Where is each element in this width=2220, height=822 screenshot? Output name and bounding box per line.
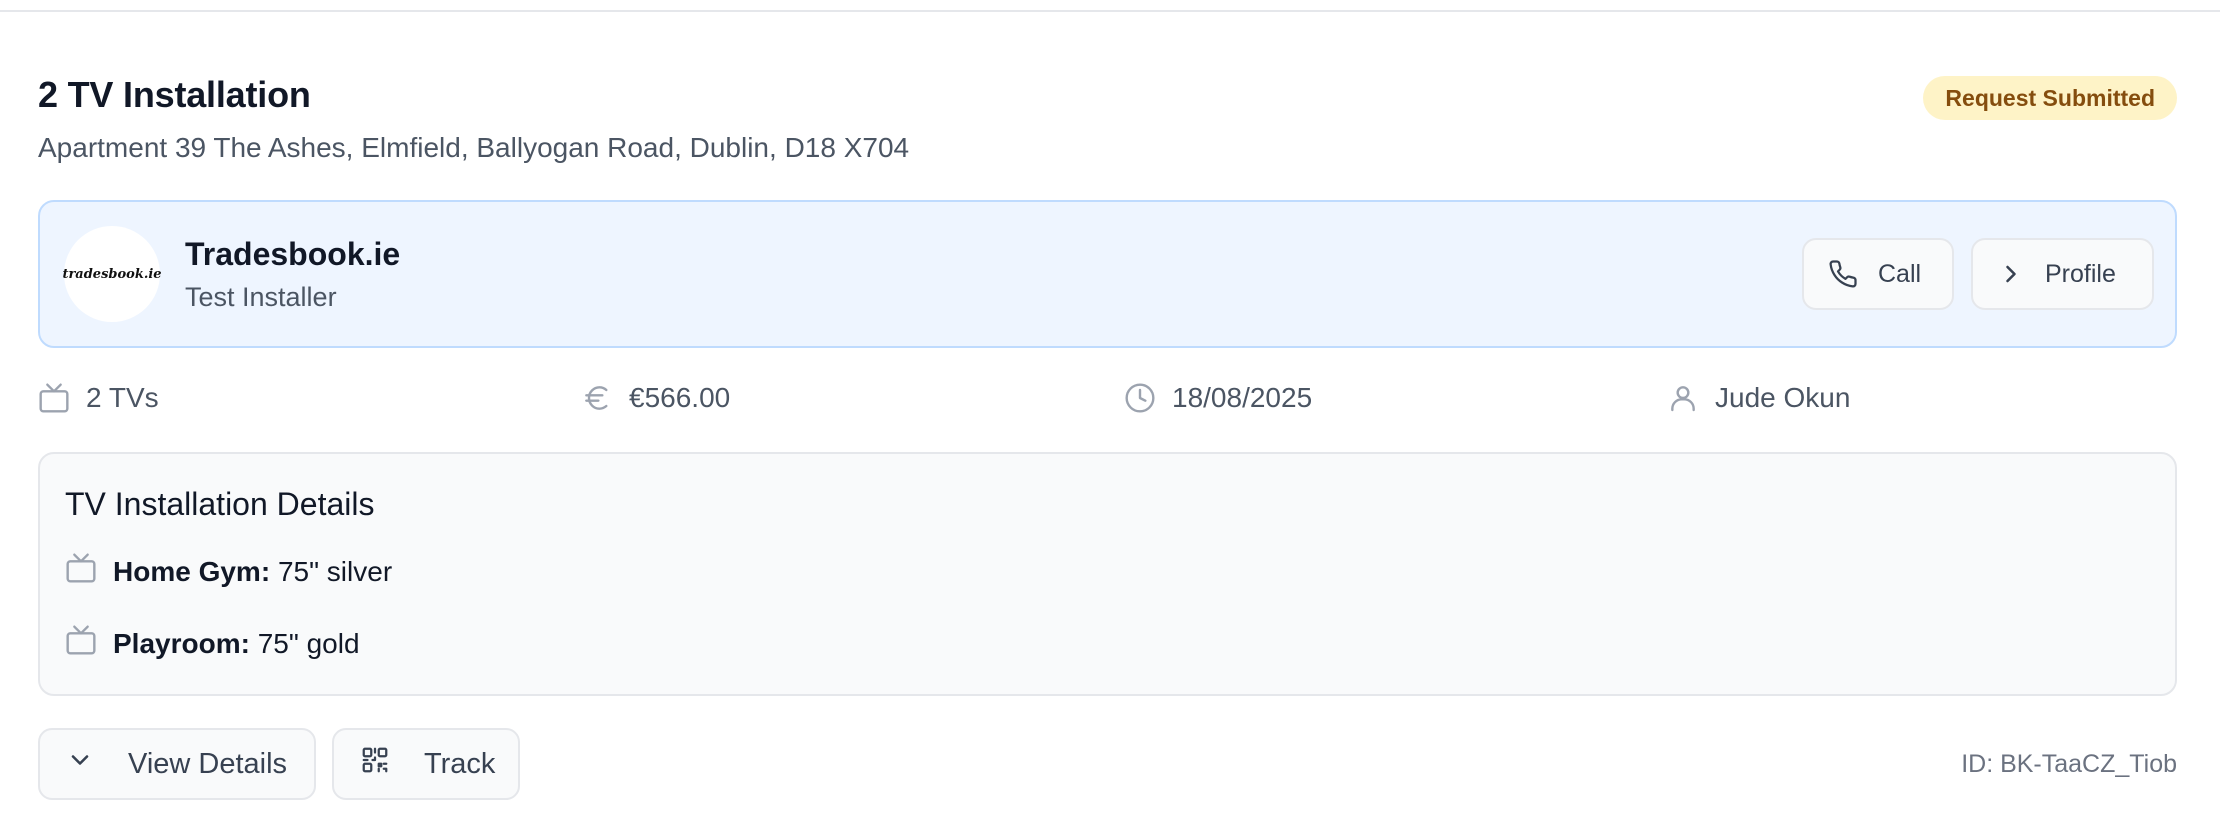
track-button[interactable]: Track	[332, 728, 520, 800]
detail-room: Home Gym:	[113, 555, 271, 587]
booking-id: ID: BK-TaaCZ_Tiob	[1961, 750, 2177, 778]
price: €566.00	[629, 382, 731, 413]
tv-count-item: 2 TVs	[38, 378, 159, 418]
provider-role: Test Installer	[185, 282, 337, 312]
profile-button[interactable]: Profile	[1971, 238, 2154, 310]
profile-label: Profile	[2045, 259, 2116, 288]
tv-icon	[65, 624, 97, 663]
view-details-button[interactable]: View Details	[38, 728, 316, 800]
provider-logo: tradesbook.ie	[62, 226, 162, 322]
chevron-right-icon	[1997, 260, 2025, 288]
user-icon	[1667, 382, 1699, 414]
booking-card: 2 TV Installation Apartment 39 The Ashes…	[0, 10, 2220, 822]
price-item: €566.00	[581, 378, 730, 418]
detail-spec: 75" gold	[257, 627, 360, 659]
provider-name: Tradesbook.ie	[185, 236, 401, 272]
euro-icon	[581, 382, 613, 414]
status-badge: Request Submitted	[1923, 76, 2177, 120]
call-label: Call	[1878, 259, 1922, 288]
view-details-label: View Details	[128, 747, 288, 780]
clock-icon	[1124, 382, 1156, 414]
tv-icon	[38, 382, 70, 414]
customer-item: Jude Okun	[1667, 378, 1850, 418]
track-label: Track	[424, 747, 496, 780]
details-title: TV Installation Details	[65, 486, 375, 522]
customer-name: Jude Okun	[1715, 382, 1851, 413]
date-item: 18/08/2025	[1124, 378, 1312, 418]
booking-date: 18/08/2025	[1172, 382, 1313, 413]
detail-spec: 75" silver	[277, 555, 393, 587]
provider-panel: tradesbook.ie Tradesbook.ie Test Install…	[38, 200, 2177, 348]
tv-icon	[65, 552, 97, 591]
qr-code-icon	[360, 745, 390, 783]
booking-title: 2 TV Installation	[38, 74, 311, 115]
detail-room: Playroom:	[113, 627, 250, 659]
phone-icon	[1828, 259, 1858, 289]
booking-address: Apartment 39 The Ashes, Elmfield, Ballyo…	[38, 132, 910, 163]
call-button[interactable]: Call	[1802, 238, 1954, 310]
tv-count: 2 TVs	[86, 382, 159, 413]
installation-details-panel: TV Installation Details Home Gym: 75" si…	[38, 452, 2177, 696]
detail-item: Home Gym: 75" silver	[65, 552, 392, 591]
chevron-down-icon	[66, 746, 94, 782]
detail-item: Playroom: 75" gold	[65, 624, 360, 663]
